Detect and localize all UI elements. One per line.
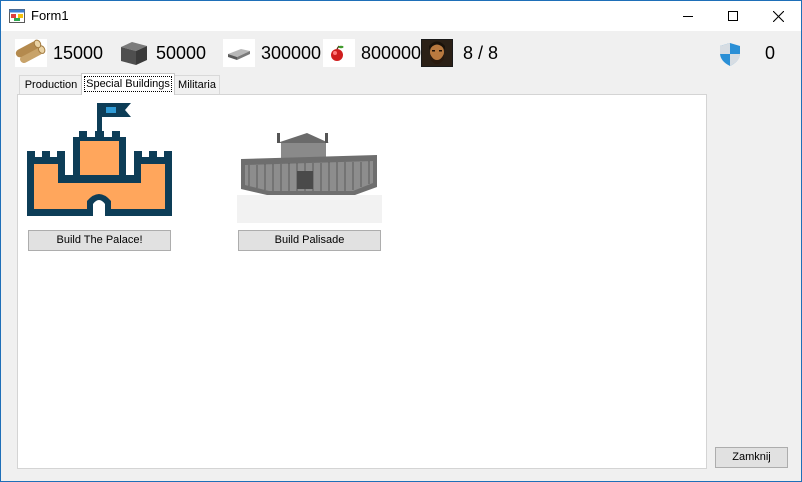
food-value: 800000 bbox=[361, 42, 422, 63]
window-title: Form1 bbox=[31, 8, 69, 23]
wood-logs-icon bbox=[15, 39, 47, 67]
zamknij-label: Zamknij bbox=[732, 451, 771, 463]
iron-ingot-icon bbox=[223, 39, 255, 67]
tab-production-label: Production bbox=[24, 79, 78, 91]
apple-icon bbox=[323, 39, 355, 67]
maximize-button[interactable] bbox=[710, 1, 756, 31]
tab-militaria[interactable]: Militaria bbox=[174, 75, 220, 94]
resource-stone: 50000 bbox=[118, 39, 206, 67]
tab-production[interactable]: Production bbox=[19, 75, 83, 94]
resource-iron: 300000 bbox=[223, 39, 321, 67]
zamknij-button[interactable]: Zamknij bbox=[715, 447, 788, 468]
minimize-icon bbox=[683, 16, 693, 17]
wood-value: 15000 bbox=[53, 42, 104, 63]
stone-block-icon bbox=[118, 39, 150, 67]
castle-icon bbox=[27, 101, 172, 223]
focus-rectangle bbox=[84, 76, 172, 92]
stone-value: 50000 bbox=[156, 42, 207, 63]
maximize-icon bbox=[728, 11, 738, 21]
close-icon bbox=[772, 10, 784, 22]
close-window-button[interactable] bbox=[755, 1, 801, 31]
tab-militaria-label: Militaria bbox=[178, 79, 216, 91]
resource-population: 8 / 8 bbox=[421, 39, 498, 67]
minimize-button[interactable] bbox=[665, 1, 711, 31]
defense-value: 0 bbox=[765, 43, 776, 63]
resource-wood: 15000 bbox=[15, 39, 103, 67]
special-buildings-panel: Build The Palace! Build Palisade bbox=[17, 94, 707, 469]
population-value: 8 / 8 bbox=[463, 42, 499, 63]
main-window: Form1 15000 50000 300000 800000 8 / 8 0 … bbox=[0, 0, 802, 482]
build-palace-button[interactable]: Build The Palace! bbox=[28, 230, 171, 251]
build-palace-label: Build The Palace! bbox=[56, 234, 143, 246]
shield-icon bbox=[720, 43, 740, 66]
palisade-image bbox=[237, 115, 382, 223]
build-palisade-label: Build Palisade bbox=[274, 234, 345, 246]
settler-portrait-icon bbox=[421, 39, 453, 67]
resource-food: 800000 bbox=[323, 39, 421, 67]
tab-special-buildings[interactable]: Special Buildings bbox=[81, 73, 175, 95]
build-palisade-button[interactable]: Build Palisade bbox=[238, 230, 381, 251]
form-app-icon bbox=[9, 9, 25, 23]
iron-value: 300000 bbox=[261, 42, 322, 63]
title-bar: Form1 bbox=[1, 1, 801, 31]
